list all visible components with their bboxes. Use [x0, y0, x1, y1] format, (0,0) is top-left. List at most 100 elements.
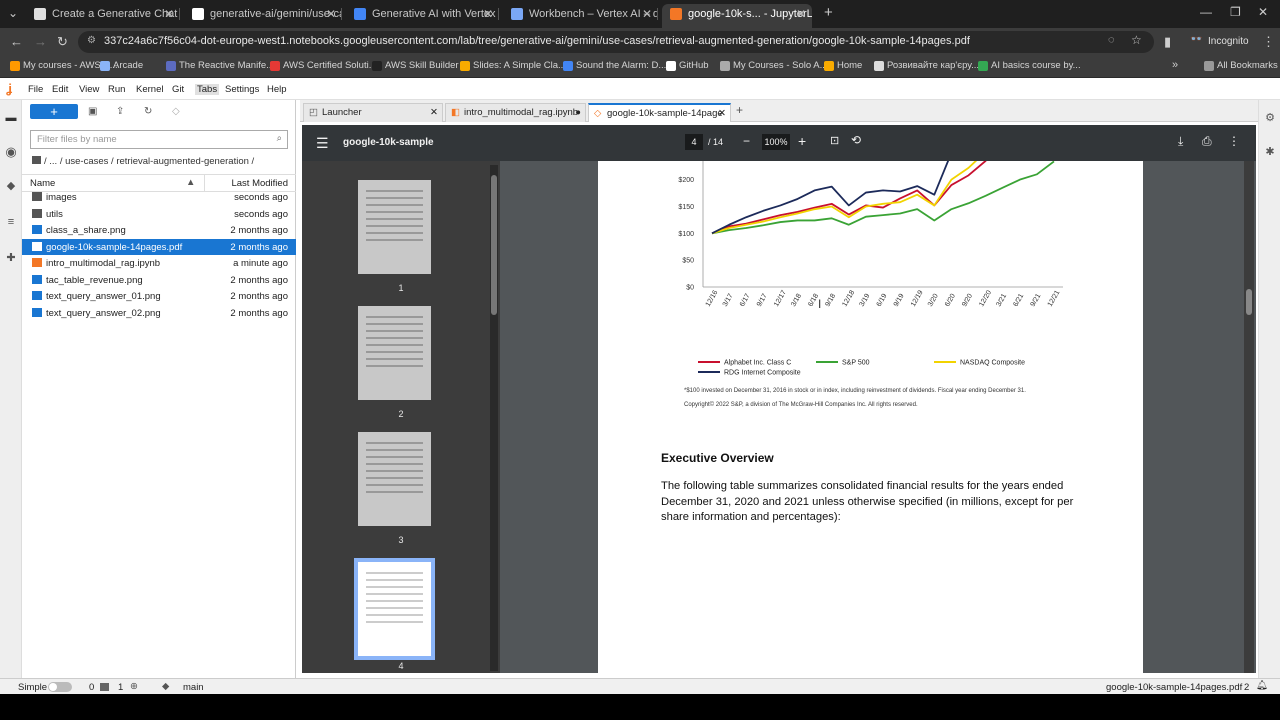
- zoom-out-icon[interactable]: −: [743, 134, 750, 148]
- document-tab-close-icon[interactable]: ✕: [430, 104, 438, 121]
- eye-off-icon[interactable]: ◌: [1108, 34, 1115, 46]
- minimize-icon[interactable]: —: [1200, 5, 1212, 19]
- bookmark-item[interactable]: Slides: A Simple Cla...: [460, 60, 566, 71]
- page-thumbnail[interactable]: [358, 432, 431, 526]
- extensions-icon[interactable]: ✚: [5, 252, 17, 264]
- browser-tab[interactable]: Workbench – Vertex AI – qwikla✕: [503, 4, 658, 28]
- menu-run[interactable]: Run: [108, 84, 125, 95]
- menu-settings[interactable]: Settings: [225, 84, 259, 95]
- bookmark-star-icon[interactable]: ☆: [1131, 33, 1142, 47]
- tab-close-icon[interactable]: ✕: [483, 4, 493, 24]
- profile-label[interactable]: Incognito: [1208, 36, 1249, 47]
- reload-icon[interactable]: ↻: [57, 34, 68, 50]
- toc-icon[interactable]: ≡: [5, 216, 17, 228]
- page-number-input[interactable]: 4: [685, 134, 703, 150]
- incognito-icon[interactable]: 👓: [1190, 34, 1202, 45]
- file-row[interactable]: text_query_answer_01.png 2 months ago: [22, 288, 296, 304]
- download-icon[interactable]: ⤓: [1178, 134, 1183, 149]
- new-launcher-button[interactable]: +: [30, 104, 78, 119]
- unsaved-dot-icon[interactable]: ●: [575, 104, 581, 121]
- page-scrollbar[interactable]: [1244, 161, 1254, 673]
- page-thumbnail[interactable]: [358, 306, 431, 400]
- sort-arrow-icon[interactable]: ▲: [186, 177, 195, 188]
- pdf-menu-icon[interactable]: ☰: [316, 135, 329, 152]
- browser-tab[interactable]: Generative AI with Vertex AI: Pr✕: [346, 4, 499, 28]
- bookmark-item[interactable]: Sound the Alarm: D...: [563, 60, 666, 71]
- breadcrumb[interactable]: / ... / use-cases / retrieval-augmented-…: [32, 156, 254, 167]
- forward-icon[interactable]: →: [34, 34, 47, 49]
- zoom-in-icon[interactable]: +: [798, 133, 806, 149]
- zoom-input[interactable]: 100%: [762, 134, 790, 150]
- running-icon[interactable]: ◉: [5, 145, 17, 158]
- document-tab[interactable]: ◧ intro_multimodal_rag.ipynb ●: [445, 103, 586, 122]
- file-row[interactable]: utils seconds ago: [22, 206, 296, 222]
- print-icon[interactable]: ⎙: [1202, 134, 1212, 149]
- menu-view[interactable]: View: [79, 84, 99, 95]
- upload-icon[interactable]: ⇪: [116, 106, 124, 117]
- rotate-icon[interactable]: ⟲: [851, 133, 861, 147]
- name-column-header[interactable]: Name: [30, 178, 55, 189]
- menu-edit[interactable]: Edit: [52, 84, 68, 95]
- notification-bell-icon[interactable]: 🔔︎: [1256, 680, 1268, 691]
- file-row[interactable]: intro_multimodal_rag.ipynb a minute ago: [22, 255, 296, 271]
- terminal-count[interactable]: 1: [118, 682, 123, 693]
- git-branch-label[interactable]: main: [183, 682, 204, 693]
- simple-mode-toggle[interactable]: [48, 682, 72, 692]
- menu-file[interactable]: File: [28, 84, 43, 95]
- menu-help[interactable]: Help: [267, 84, 287, 95]
- tab-close-icon[interactable]: ✕: [796, 4, 806, 24]
- bookmark-item[interactable]: Arcade: [100, 60, 143, 71]
- site-info-icon[interactable]: ⚙: [87, 35, 96, 46]
- pdf-more-icon[interactable]: ⋮: [1228, 134, 1240, 148]
- omnibox[interactable]: ⚙ 337c24a6c7f56c04-dot-europe-west1.note…: [78, 31, 1154, 53]
- menu-git[interactable]: Git: [172, 84, 184, 95]
- kernel-status-icon[interactable]: ⊕: [130, 681, 138, 692]
- git-icon[interactable]: ◆: [5, 180, 17, 192]
- back-icon[interactable]: ←: [10, 34, 23, 49]
- bookmark-item[interactable]: Розвивайте кар'єру...: [874, 60, 979, 71]
- thumbnail-scrollbar[interactable]: [490, 165, 498, 671]
- document-tab-close-icon[interactable]: ✕: [718, 105, 726, 122]
- file-row[interactable]: text_query_answer_02.png 2 months ago: [22, 305, 296, 321]
- folder-icon[interactable]: ▬: [5, 112, 17, 124]
- git-branch-icon[interactable]: ◆: [162, 681, 169, 692]
- debugger-icon[interactable]: ✱: [1264, 146, 1276, 158]
- file-row[interactable]: tac_table_revenue.png 2 months ago: [22, 272, 296, 288]
- file-row[interactable]: images seconds ago: [22, 189, 296, 205]
- sidepanel-icon[interactable]: ▮: [1164, 34, 1171, 50]
- window-close-icon[interactable]: ✕: [1258, 5, 1268, 19]
- bookmark-item[interactable]: AWS Certified Soluti...: [270, 60, 377, 71]
- browser-menu-icon[interactable]: ⋮: [1262, 34, 1275, 50]
- property-inspector-icon[interactable]: ⚙: [1264, 112, 1276, 124]
- tab-close-icon[interactable]: ✕: [326, 4, 336, 24]
- bookmark-item[interactable]: My Courses - Solo A...: [720, 60, 828, 71]
- all-bookmarks[interactable]: All Bookmarks: [1204, 60, 1278, 71]
- browser-tab[interactable]: generative-ai/gemini/use-case✕: [184, 4, 342, 28]
- home-folder-icon[interactable]: [32, 156, 41, 164]
- more-bookmarks-icon[interactable]: »: [1172, 59, 1178, 71]
- git-clone-icon[interactable]: ◇: [172, 106, 180, 117]
- document-tab[interactable]: ◇ google-10k-sample-14page ✕: [588, 103, 731, 122]
- fit-page-icon[interactable]: ⊡: [830, 134, 839, 147]
- new-folder-icon[interactable]: ▣: [88, 106, 97, 117]
- bookmark-item[interactable]: AWS Skill Builder: [372, 60, 459, 71]
- browser-tab[interactable]: google-10k-s... - JupyterLab ✕: [662, 4, 812, 28]
- add-tab-icon[interactable]: +: [736, 103, 743, 117]
- restore-icon[interactable]: ❐: [1230, 5, 1241, 19]
- menu-kernel[interactable]: Kernel: [136, 84, 163, 95]
- browser-tab[interactable]: Create a Generative Chat App w✕: [26, 4, 180, 28]
- bookmark-item[interactable]: GitHub: [666, 60, 709, 71]
- bookmark-item[interactable]: Home: [824, 60, 862, 71]
- page-thumbnail[interactable]: [358, 180, 431, 274]
- kernel-count[interactable]: 0: [89, 682, 94, 693]
- tab-search-icon[interactable]: ⌄: [8, 6, 18, 20]
- bookmark-item[interactable]: The Reactive Manife...: [166, 60, 274, 71]
- filter-files-input[interactable]: Filter files by name ⌕: [30, 130, 288, 149]
- modified-column-header[interactable]: Last Modified: [231, 178, 288, 189]
- refresh-icon[interactable]: ↻: [144, 106, 152, 117]
- menu-tabs[interactable]: Tabs: [195, 84, 220, 95]
- document-tab[interactable]: ◰ Launcher ✕: [303, 103, 443, 122]
- bookmark-item[interactable]: AI basics course by...: [978, 60, 1081, 71]
- page-thumbnail[interactable]: [354, 558, 435, 660]
- tab-close-icon[interactable]: ✕: [642, 4, 652, 24]
